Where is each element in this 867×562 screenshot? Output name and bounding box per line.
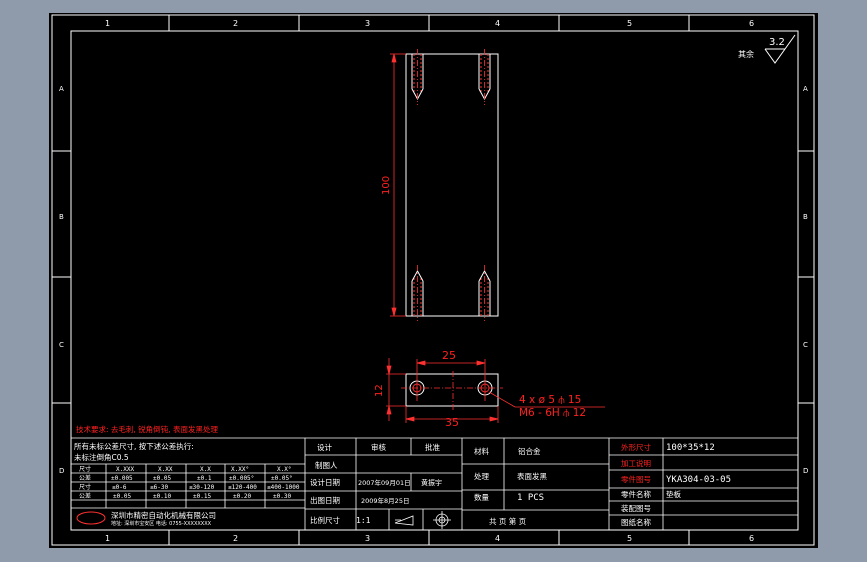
zone-col-3-bottom: 3 (365, 534, 370, 543)
tol-r0-c5: ±0.05° (271, 475, 293, 482)
tol-r1-c1: ≤0-6 (112, 484, 127, 491)
label-size: 外形尺寸 (621, 442, 651, 452)
zone-col-2: 2 (233, 19, 238, 28)
tol-r1-c2: ≤6-30 (150, 484, 168, 491)
tol-header-2: X.XX (158, 466, 173, 473)
zone-col-3: 3 (365, 19, 370, 28)
tol-r2-c1: ±0.05 (113, 493, 131, 500)
zone-row-c: C (59, 341, 64, 349)
hole-callout-line1: 4 x ø 5 ⫛ 15 (519, 394, 581, 406)
tol-r1-c5: ≤400-1000 (267, 484, 300, 491)
tol-r1-c0: 尺寸 (79, 483, 91, 491)
zone-col-5: 5 (627, 19, 632, 28)
hole-spacing-dimension: 25 (442, 349, 456, 362)
tol-r0-c3: ±0.1 (197, 475, 212, 482)
cad-drawing: 1 2 3 4 5 6 1 2 3 4 5 6 A B C D A B C D … (51, 14, 815, 546)
label-print-date: 出图日期 (310, 495, 340, 505)
zone-col-6: 6 (749, 19, 754, 28)
tol-header-3: X.X (200, 466, 211, 473)
designer-name: 黄振宇 (421, 478, 442, 487)
zone-row-a: A (59, 85, 64, 93)
tol-r2-c0: 公差 (79, 492, 91, 500)
tolerance-intro-2: 未标注倒角C0.5 (74, 452, 129, 462)
zone-col-2-bottom: 2 (233, 534, 238, 543)
front-view: 100 (381, 49, 499, 321)
qty-value: 1 PCS (517, 493, 544, 503)
tol-header-4: X.XX° (231, 466, 249, 473)
company-sub: 地址: 深圳市宝安区 电话: 0755-XXXXXXXX (111, 520, 212, 527)
label-design: 设计 (317, 442, 332, 452)
label-assembly: 装配图号 (621, 503, 651, 513)
tolerance-intro-1: 所有未标公差尺寸, 按下述公差执行: (74, 441, 194, 451)
label-surface: 处理 (474, 471, 489, 481)
roughness-label: 其余 (738, 49, 754, 59)
zone-col-1-bottom: 1 (105, 534, 110, 543)
technical-requirements: 技术要求: 去毛刺, 锐角倒钝, 表面发黑处理 (76, 424, 218, 434)
zone-col-5-bottom: 5 (627, 534, 632, 543)
top-view: 25 35 12 4 x ø 5 ⫛ 15 M6 - 6H ⫛ 12 (374, 349, 605, 429)
roughness-value: 3.2 (769, 37, 785, 48)
tol-header-5: X.X° (277, 466, 291, 473)
zone-row-d-right: D (803, 467, 808, 475)
zone-row-c-right: C (803, 341, 808, 349)
zone-col-4: 4 (495, 19, 500, 28)
material-value: 铝合金 (518, 446, 541, 456)
zone-col-1: 1 (105, 19, 110, 28)
page-label: 共 页 第 页 (489, 516, 527, 526)
height-dimension: 100 (381, 176, 392, 195)
zone-row-a-right: A (803, 85, 808, 93)
tol-r0-c0: 公差 (79, 474, 91, 482)
label-material: 材料 (474, 446, 489, 456)
thickness-dimension: 12 (374, 384, 385, 397)
tol-r2-c4: ±0.20 (233, 493, 251, 500)
zone-col-4-bottom: 4 (495, 534, 500, 543)
label-qty: 数量 (474, 492, 489, 502)
tol-r2-c2: ±0.10 (153, 493, 171, 500)
zone-row-d: D (59, 467, 64, 475)
tol-r0-c4: ±0.005° (229, 475, 254, 482)
surface-value: 表面发黑 (517, 471, 547, 481)
tol-r0-c2: ±0.05 (153, 475, 171, 482)
zone-row-b-right: B (803, 213, 808, 221)
tol-r2-c5: ±0.30 (273, 493, 291, 500)
company-logo (76, 511, 106, 525)
tol-r1-c3: ≤30-120 (189, 484, 215, 491)
tol-header-1: X.XXX (116, 466, 134, 473)
tol-r2-c3: ±0.15 (193, 493, 211, 500)
tol-r1-c4: ≤120-400 (228, 484, 257, 491)
label-drafter: 制图人 (315, 460, 338, 470)
hole-callout-line2: M6 - 6H ⫛ 12 (519, 407, 586, 419)
company-name: 深圳市精密自动化机械有限公司 (111, 510, 216, 520)
label-process: 加工说明 (621, 458, 651, 468)
print-date: 2009年8月25日 (361, 496, 409, 505)
label-part-no: 零件图号 (621, 474, 651, 484)
tol-r0-c1: ±0.005 (111, 475, 133, 482)
size-value: 100*35*12 (666, 443, 715, 453)
scale-value: 1:1 (356, 516, 371, 525)
label-review: 审核 (371, 442, 386, 452)
zone-col-6-bottom: 6 (749, 534, 754, 543)
tol-header-0: 尺寸 (79, 465, 91, 473)
label-scale: 比例尺寸 (310, 515, 340, 525)
zone-row-b: B (59, 213, 64, 221)
drawing-sheet: 1 2 3 4 5 6 1 2 3 4 5 6 A B C D A B C D … (49, 13, 818, 548)
width-dimension: 35 (445, 416, 459, 429)
design-date: 2007年09月01日 (358, 478, 411, 487)
label-approve: 批准 (425, 442, 440, 452)
label-part-name: 零件名称 (621, 489, 651, 499)
part-no-value: YKA304-03-05 (666, 475, 731, 485)
label-drawing-name: 图纸名称 (621, 517, 651, 527)
part-name-value: 垫板 (666, 489, 681, 499)
label-design-date: 设计日期 (310, 477, 340, 487)
